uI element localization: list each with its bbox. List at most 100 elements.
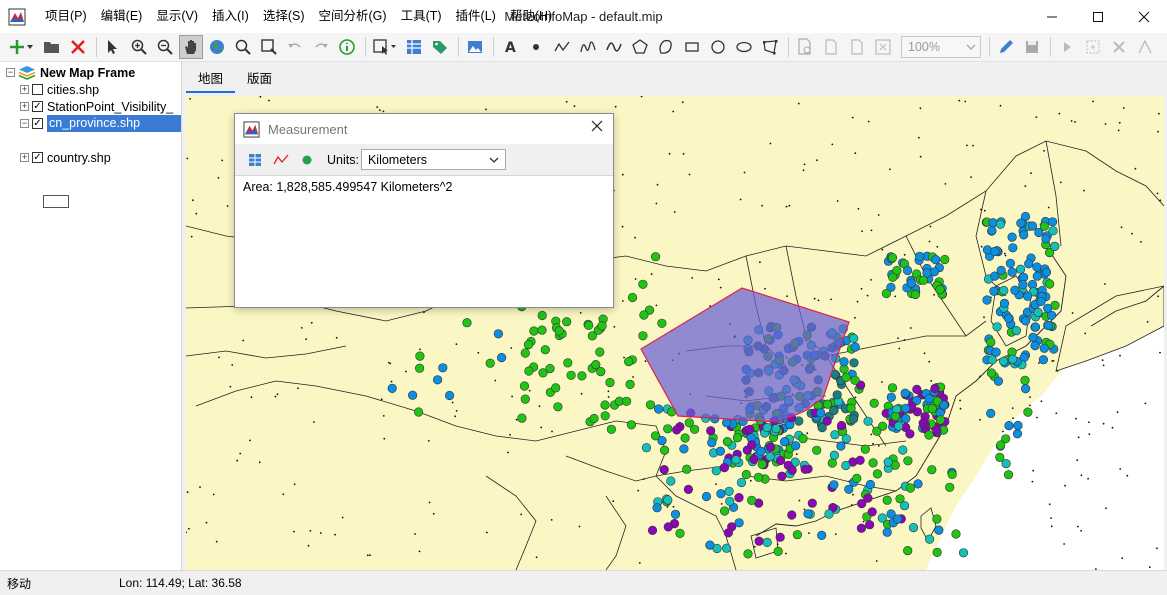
info-button[interactable]	[335, 35, 359, 59]
save-edits-button[interactable]	[1020, 35, 1044, 59]
tree-layer-cn-province[interactable]: − ✓ cn_province.shp	[20, 115, 181, 132]
select-by-shape-button[interactable]	[370, 35, 400, 59]
redo-button[interactable]	[309, 35, 333, 59]
undo-button[interactable]	[283, 35, 307, 59]
draw-polyline-button[interactable]	[550, 35, 574, 59]
city-point	[307, 544, 310, 547]
measure-feature-button[interactable]	[295, 148, 319, 172]
city-point	[535, 556, 538, 559]
layer-visibility-checkbox[interactable]	[32, 84, 43, 95]
pan-tool-button[interactable]	[179, 35, 203, 59]
city-point	[551, 430, 553, 433]
city-point	[578, 525, 581, 528]
collapse-toggle[interactable]: −	[6, 68, 15, 77]
draw-circle-button[interactable]	[706, 35, 730, 59]
draw-curve-polygon-button[interactable]	[654, 35, 678, 59]
copy-layout-button[interactable]	[819, 35, 843, 59]
station-point	[711, 466, 721, 476]
measure-length-button[interactable]	[269, 148, 293, 172]
menu-help[interactable]: 帮助(H)	[503, 0, 559, 33]
paste-layout-button[interactable]	[845, 35, 869, 59]
menu-spatial-analysis[interactable]: 空间分析(G)	[312, 0, 394, 33]
station-point	[894, 421, 904, 431]
zoom-in-button[interactable]	[127, 35, 151, 59]
menu-insert[interactable]: 插入(I)	[205, 0, 256, 33]
tree-layer-cities[interactable]: + cities.shp	[20, 81, 99, 98]
close-dialog-button[interactable]	[591, 119, 603, 137]
draw-freehand-button[interactable]	[576, 35, 600, 59]
new-layout-button[interactable]	[793, 35, 817, 59]
remove-layer-button[interactable]	[66, 35, 90, 59]
layer-visibility-checkbox[interactable]: ✓	[32, 101, 43, 112]
city-point	[1040, 400, 1043, 403]
expand-toggle[interactable]: +	[20, 85, 29, 94]
delete-feature-button[interactable]	[1107, 35, 1131, 59]
open-folder-button[interactable]	[40, 35, 64, 59]
maximize-button[interactable]	[1075, 0, 1121, 33]
insert-image-button[interactable]	[463, 35, 487, 59]
menu-view[interactable]: 显示(V)	[149, 0, 205, 33]
city-point	[1011, 407, 1014, 409]
station-point	[1007, 267, 1017, 277]
draw-rectangle-button[interactable]	[680, 35, 704, 59]
add-feature-button[interactable]	[1081, 35, 1105, 59]
tree-map-frame[interactable]: − New Map Frame	[6, 64, 135, 81]
city-point	[379, 109, 381, 111]
edit-pencil-button[interactable]	[994, 35, 1018, 59]
city-point	[877, 214, 880, 216]
city-point	[494, 379, 497, 382]
image-icon	[468, 41, 482, 53]
zoom-out-button[interactable]	[153, 35, 177, 59]
city-point	[1080, 474, 1083, 477]
label-button[interactable]	[428, 35, 452, 59]
add-layer-button[interactable]	[6, 35, 38, 59]
menu-project[interactable]: 项目(P)	[38, 0, 94, 33]
run-button[interactable]	[1055, 35, 1079, 59]
tab-layout[interactable]: 版面	[235, 66, 284, 93]
layer-visibility-checkbox[interactable]: ✓	[32, 152, 43, 163]
menu-select[interactable]: 选择(S)	[256, 0, 312, 33]
expand-toggle[interactable]: +	[20, 153, 29, 162]
station-point	[1043, 303, 1053, 313]
units-select[interactable]: Kilometers	[360, 149, 506, 170]
draw-polygon-button[interactable]	[628, 35, 652, 59]
identify-search-button[interactable]	[231, 35, 255, 59]
menu-tools[interactable]: 工具(T)	[394, 0, 449, 33]
draw-curve-button[interactable]	[602, 35, 626, 59]
measure-area-button[interactable]	[243, 148, 267, 172]
full-extent-button[interactable]	[205, 35, 229, 59]
station-point	[798, 434, 808, 444]
edit-vertices-button[interactable]	[758, 35, 782, 59]
collapse-toggle[interactable]: −	[20, 119, 29, 128]
split-feature-button[interactable]	[1133, 35, 1157, 59]
menu-plugins[interactable]: 插件(L)	[449, 0, 503, 33]
select-rectangle-icon	[373, 39, 396, 55]
zoom-to-layer-button[interactable]	[257, 35, 281, 59]
draw-text-button[interactable]: A	[498, 35, 522, 59]
measurement-title-bar[interactable]: Measurement	[235, 114, 613, 144]
tree-layer-stationpoint[interactable]: + ✓ StationPoint_Visibility_	[20, 98, 173, 115]
select-tool-button[interactable]	[101, 35, 125, 59]
tab-map[interactable]: 地图	[186, 66, 236, 93]
city-point	[382, 415, 385, 417]
menu-edit[interactable]: 编辑(E)	[94, 0, 150, 33]
curve-icon	[606, 42, 622, 52]
close-window-button[interactable]	[1121, 0, 1167, 33]
minimize-button[interactable]	[1029, 0, 1075, 33]
draw-point-button[interactable]	[524, 35, 548, 59]
tree-layer-country[interactable]: + ✓ country.shp	[20, 149, 111, 166]
city-point	[681, 101, 684, 104]
city-point	[894, 295, 897, 298]
zoom-level-select[interactable]: 100%	[901, 36, 981, 58]
city-point	[980, 245, 983, 248]
fit-page-button[interactable]	[871, 35, 895, 59]
layer-visibility-checkbox[interactable]: ✓	[32, 118, 43, 129]
city-point	[621, 225, 624, 228]
city-point	[909, 327, 912, 329]
draw-ellipse-button[interactable]	[732, 35, 756, 59]
expand-toggle[interactable]: +	[20, 102, 29, 111]
city-point	[249, 439, 251, 442]
attribute-table-button[interactable]	[402, 35, 426, 59]
station-point	[910, 289, 921, 300]
station-point	[1016, 218, 1026, 228]
